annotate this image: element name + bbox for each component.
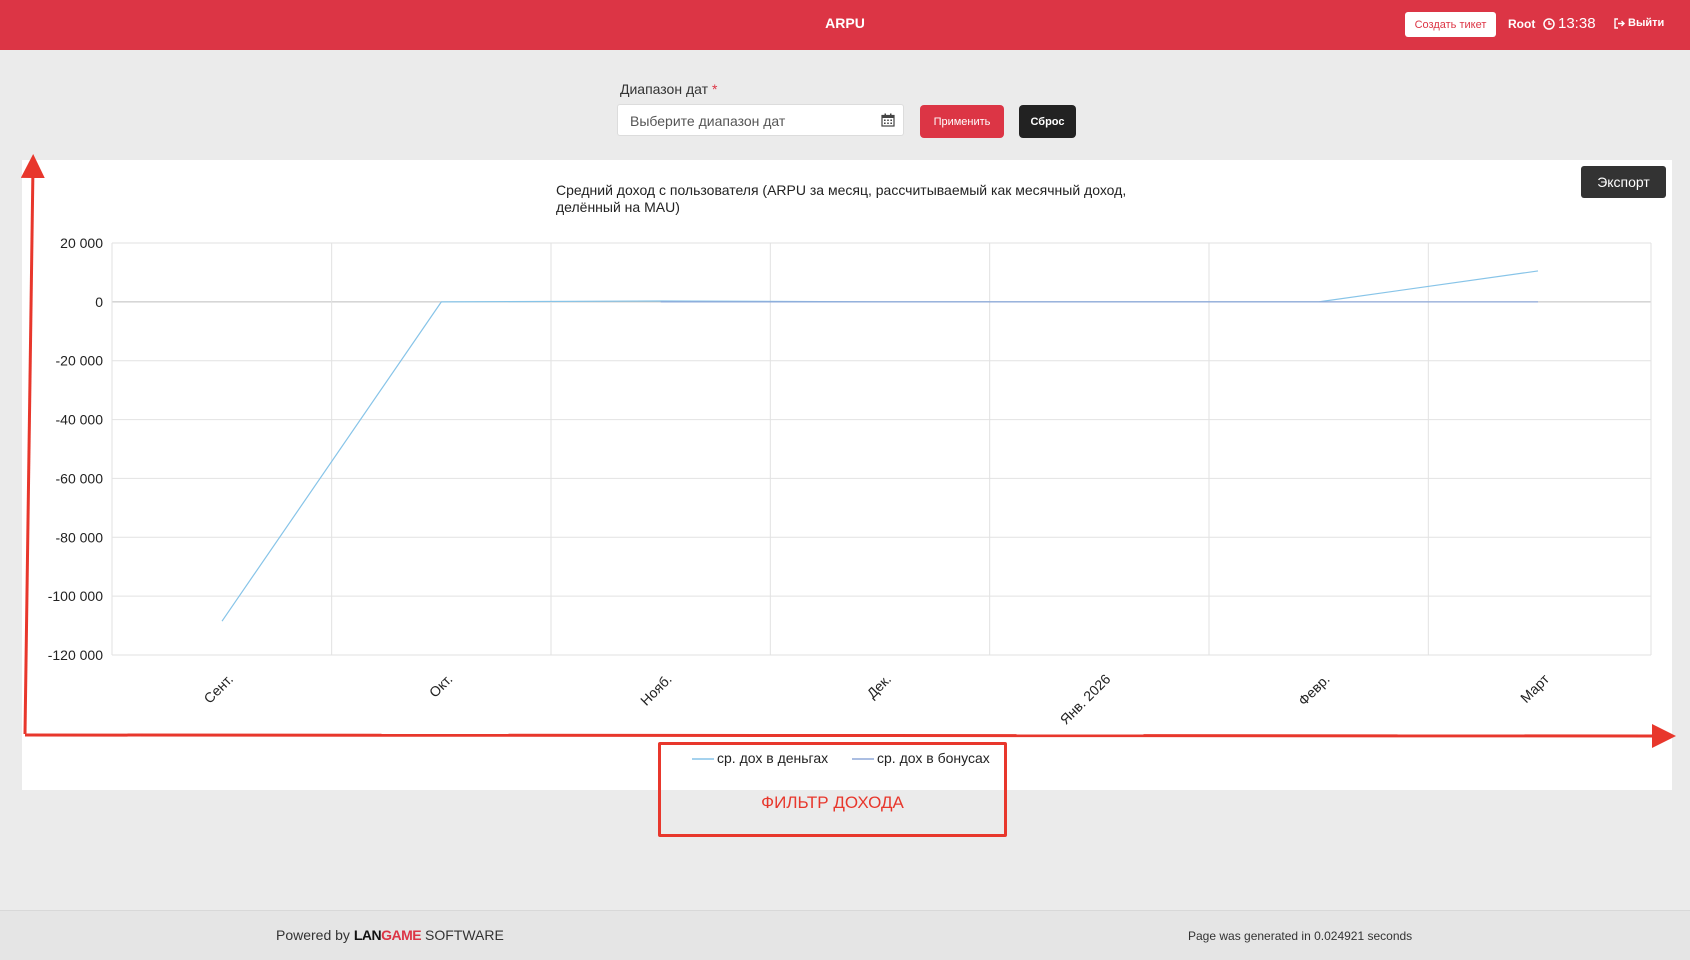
chart-title-line: делённый на MAU) bbox=[556, 199, 680, 215]
y-tick-label: -100 000 bbox=[48, 588, 103, 604]
x-tick-label: Янв. 2026 bbox=[1057, 671, 1114, 728]
page-generated-time: Page was generated in 0.024921 seconds bbox=[1188, 929, 1413, 943]
y-tick-label: -20 000 bbox=[56, 353, 104, 369]
y-tick-label: -120 000 bbox=[48, 647, 103, 663]
x-tick-label: Дек. bbox=[864, 671, 895, 702]
powered-by: Powered by LANGAME SOFTWARE bbox=[276, 927, 504, 943]
y-tick-label: 0 bbox=[95, 294, 103, 310]
langame-logo: LANGAME bbox=[353, 927, 422, 943]
annotation-y-axis-arrow bbox=[20, 154, 45, 735]
x-tick-label: Март bbox=[1517, 670, 1552, 705]
chart-title-line: Средний доход с пользователя (ARPU за ме… bbox=[556, 182, 1126, 198]
annotation-label: ФИЛЬТР ДОХОДА bbox=[761, 793, 904, 812]
y-tick-label: -80 000 bbox=[56, 529, 104, 545]
y-tick-label: -60 000 bbox=[56, 470, 104, 486]
x-tick-label: Февр. bbox=[1295, 671, 1333, 709]
x-tick-label: Окт. bbox=[426, 671, 456, 701]
y-tick-label: 20 000 bbox=[60, 235, 103, 251]
annotation-x-axis-arrow bbox=[24, 723, 1676, 748]
x-tick-label: Нояб. bbox=[637, 671, 675, 709]
series-line-1 bbox=[221, 270, 1539, 622]
x-tick-label: Сент. bbox=[200, 671, 236, 707]
annotation-box bbox=[658, 742, 1007, 837]
footer: Powered by LANGAME SOFTWARE Page was gen… bbox=[0, 910, 1690, 960]
export-button[interactable]: Экспорт bbox=[1581, 166, 1666, 198]
y-tick-label: -40 000 bbox=[56, 412, 104, 428]
